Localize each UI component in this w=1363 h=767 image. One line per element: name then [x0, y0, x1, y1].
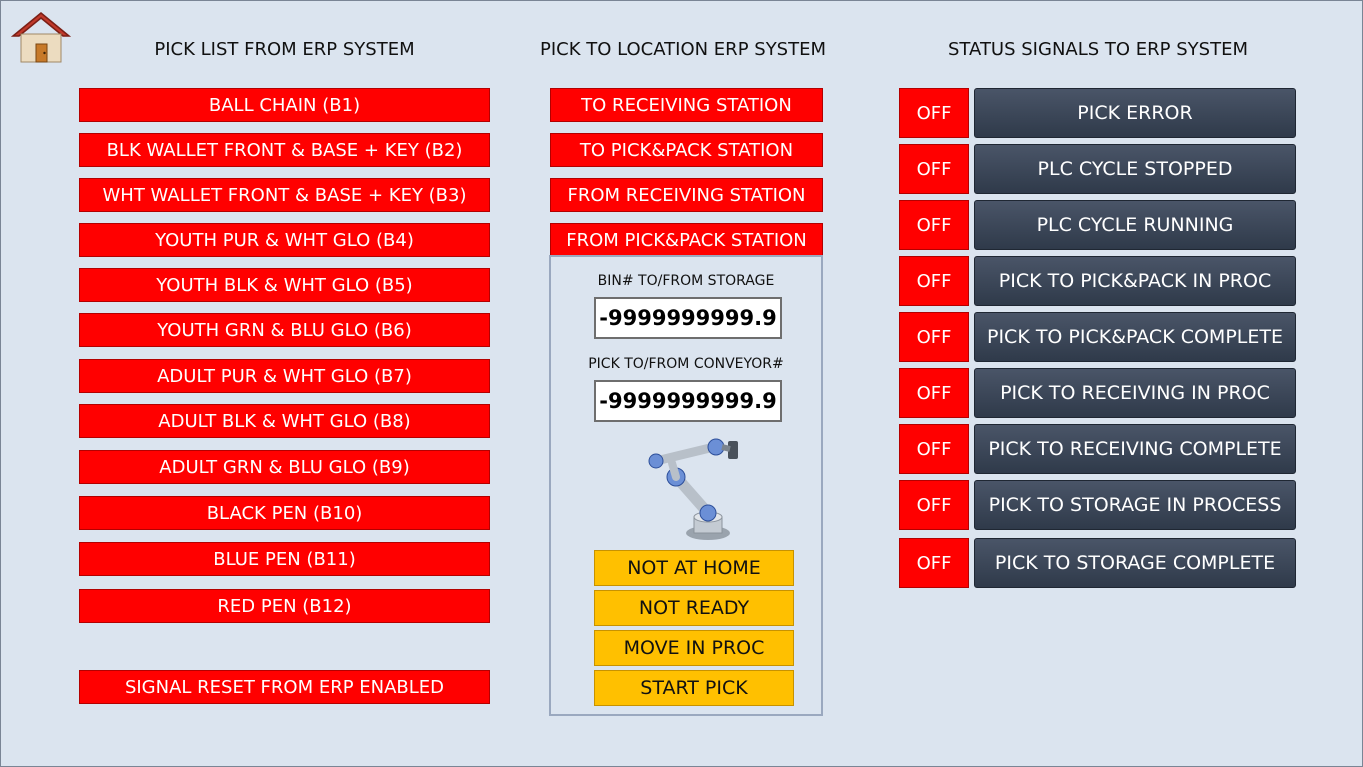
signal-state-indicator: OFF	[899, 424, 969, 474]
pick-item-button[interactable]: BLUE PEN (B11)	[79, 542, 490, 576]
signal-reset-button[interactable]: SIGNAL RESET FROM ERP ENABLED	[79, 670, 490, 704]
status-signals-title: STATUS SIGNALS TO ERP SYSTEM	[948, 39, 1248, 60]
status-signal-button[interactable]: PICK ERROR	[974, 88, 1296, 138]
pick-item-button[interactable]: ADULT BLK & WHT GLO (B8)	[79, 404, 490, 438]
robot-status-indicator[interactable]: MOVE IN PROC	[594, 630, 794, 666]
signal-state-indicator: OFF	[899, 88, 969, 138]
conveyor-value-field[interactable]: -9999999999.9	[594, 380, 782, 422]
pick-item-button[interactable]: RED PEN (B12)	[79, 589, 490, 623]
pick-item-button[interactable]: BLK WALLET FRONT & BASE + KEY (B2)	[79, 133, 490, 167]
status-signal-button[interactable]: PLC CYCLE RUNNING	[974, 200, 1296, 250]
status-signal-button[interactable]: PICK TO STORAGE IN PROCESS	[974, 480, 1296, 530]
pick-item-button[interactable]: WHT WALLET FRONT & BASE + KEY (B3)	[79, 178, 490, 212]
signal-state-indicator: OFF	[899, 312, 969, 362]
conveyor-label: PICK TO/FROM CONVEYOR#	[588, 356, 784, 372]
pick-item-button[interactable]: ADULT GRN & BLU GLO (B9)	[79, 450, 490, 484]
status-signal-button[interactable]: PICK TO RECEIVING IN PROC	[974, 368, 1296, 418]
pick-item-button[interactable]: YOUTH GRN & BLU GLO (B6)	[79, 313, 490, 347]
robot-arm-icon	[636, 433, 746, 545]
signal-state-indicator: OFF	[899, 480, 969, 530]
pick-item-button[interactable]: ADULT PUR & WHT GLO (B7)	[79, 359, 490, 393]
home-icon[interactable]	[10, 10, 72, 64]
status-signal-button[interactable]: PLC CYCLE STOPPED	[974, 144, 1296, 194]
status-signal-button[interactable]: PICK TO STORAGE COMPLETE	[974, 538, 1296, 588]
signal-state-indicator: OFF	[899, 368, 969, 418]
robot-status-indicator[interactable]: NOT AT HOME	[594, 550, 794, 586]
location-button[interactable]: TO RECEIVING STATION	[550, 88, 823, 122]
bin-value-field[interactable]: -9999999999.9	[594, 297, 782, 339]
signal-state-indicator: OFF	[899, 144, 969, 194]
robot-status-indicator[interactable]: START PICK	[594, 670, 794, 706]
status-signal-button[interactable]: PICK TO PICK&PACK COMPLETE	[974, 312, 1296, 362]
pick-to-location-title: PICK TO LOCATION ERP SYSTEM	[539, 39, 827, 60]
robot-status-indicator[interactable]: NOT READY	[594, 590, 794, 626]
pick-list-title: PICK LIST FROM ERP SYSTEM	[154, 39, 415, 60]
signal-state-indicator: OFF	[899, 200, 969, 250]
signal-state-indicator: OFF	[899, 256, 969, 306]
location-button[interactable]: TO PICK&PACK STATION	[550, 133, 823, 167]
pick-item-button[interactable]: YOUTH PUR & WHT GLO (B4)	[79, 223, 490, 257]
status-signal-button[interactable]: PICK TO RECEIVING COMPLETE	[974, 424, 1296, 474]
signal-state-indicator: OFF	[899, 538, 969, 588]
bin-label: BIN# TO/FROM STORAGE	[597, 273, 775, 289]
pick-item-button[interactable]: BLACK PEN (B10)	[79, 496, 490, 530]
hmi-screen: PICK LIST FROM ERP SYSTEM PICK TO LOCATI…	[0, 0, 1363, 767]
location-button[interactable]: FROM PICK&PACK STATION	[550, 223, 823, 257]
pick-item-button[interactable]: YOUTH BLK & WHT GLO (B5)	[79, 268, 490, 302]
location-button[interactable]: FROM RECEIVING STATION	[550, 178, 823, 212]
status-signal-button[interactable]: PICK TO PICK&PACK IN PROC	[974, 256, 1296, 306]
pick-item-button[interactable]: BALL CHAIN (B1)	[79, 88, 490, 122]
